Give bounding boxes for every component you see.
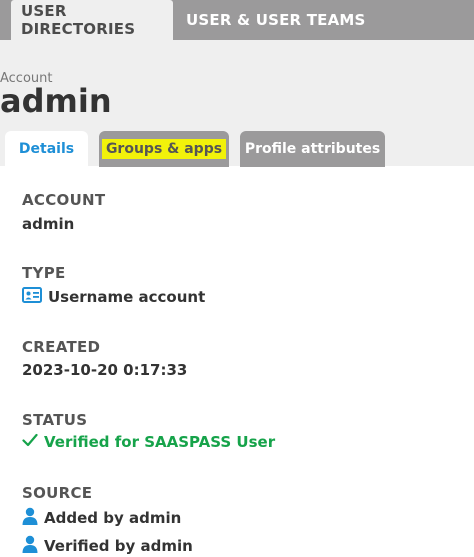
user-icon	[22, 507, 38, 529]
source-value-row: Added by admin	[22, 507, 181, 529]
account-label: ACCOUNT	[22, 191, 106, 209]
tab-profile-attributes[interactable]: Profile attributes	[240, 131, 385, 167]
check-icon	[22, 433, 38, 451]
source-value-row-2: Verified by admin	[22, 535, 193, 557]
created-label: CREATED	[22, 338, 101, 356]
tab-user-and-user-teams[interactable]: USER & USER TEAMS	[186, 0, 366, 40]
tab-details[interactable]: Details	[5, 131, 88, 167]
tab-groups-and-apps-label: Groups & apps	[101, 139, 227, 159]
tab-user-directories-label: USER DIRECTORIES	[21, 2, 136, 38]
type-value: Username account	[48, 288, 206, 306]
tab-details-label: Details	[18, 141, 75, 157]
status-value: Verified for SAASPASS User	[44, 433, 276, 451]
tab-profile-attributes-label: Profile attributes	[244, 141, 381, 157]
type-label: TYPE	[22, 264, 66, 282]
type-value-row: Username account	[22, 287, 205, 307]
status-value-row: Verified for SAASPASS User	[22, 433, 275, 451]
tab-user-and-user-teams-label: USER & USER TEAMS	[186, 11, 366, 29]
source-value-added: Added by admin	[44, 509, 182, 527]
account-value: admin	[22, 215, 75, 233]
tab-groups-and-apps[interactable]: Groups & apps	[99, 131, 229, 167]
status-label: STATUS	[22, 411, 88, 429]
page-title: admin	[0, 82, 112, 120]
id-card-icon	[22, 287, 42, 307]
source-label: SOURCE	[22, 484, 93, 502]
user-icon	[22, 535, 38, 557]
tab-user-directories[interactable]: USER DIRECTORIES	[11, 0, 173, 40]
created-value: 2023-10-20 0:17:33	[22, 361, 188, 379]
source-value-verified: Verified by admin	[44, 537, 193, 555]
